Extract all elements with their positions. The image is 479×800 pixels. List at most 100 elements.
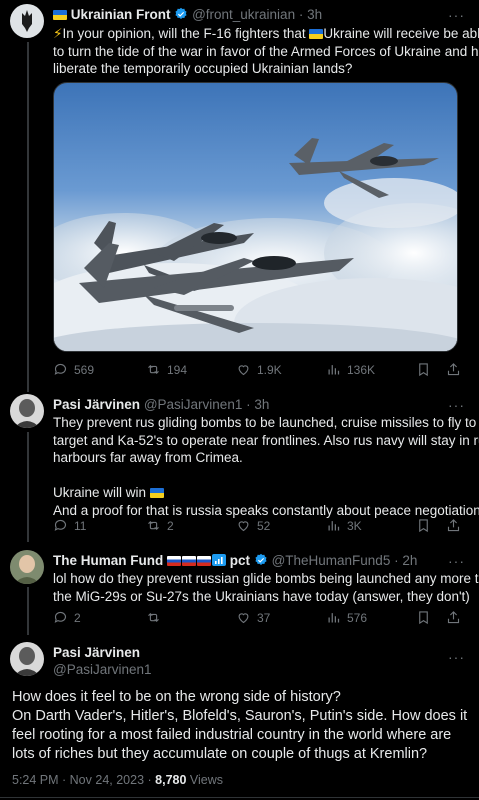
thread-line bbox=[27, 432, 29, 542]
tweet-actions: 11 2 52 3K bbox=[53, 518, 463, 536]
analytics-icon bbox=[328, 521, 340, 531]
view-count: 8,780 bbox=[155, 773, 187, 787]
bookmark-icon bbox=[419, 363, 428, 377]
share-icon bbox=[447, 611, 460, 624]
avatar[interactable] bbox=[10, 642, 44, 676]
bookmark-button[interactable] bbox=[416, 610, 431, 625]
heart-icon bbox=[238, 521, 249, 532]
like-count: 37 bbox=[257, 610, 271, 625]
avatar[interactable] bbox=[10, 394, 44, 428]
heart-icon bbox=[238, 613, 249, 624]
tweet-text: They prevent rus gliding bombs to be lau… bbox=[53, 415, 479, 518]
post-timestamp[interactable]: 5:24 PM · Nov 24, 2023 · bbox=[12, 773, 155, 787]
profile-photo bbox=[10, 550, 44, 584]
views-button[interactable]: 136K bbox=[326, 362, 375, 377]
view-count: 576 bbox=[347, 610, 368, 625]
tweet-header: Pasi Järvinen @PasiJarvinen1 · 3h bbox=[53, 396, 269, 413]
avatar[interactable] bbox=[10, 4, 44, 38]
like-count: 52 bbox=[257, 518, 271, 533]
view-count: 136K bbox=[347, 362, 376, 377]
share-icon bbox=[447, 519, 460, 532]
reply-count: 569 bbox=[74, 362, 95, 377]
tweet-time[interactable]: 3h bbox=[307, 7, 322, 22]
repost-icon bbox=[148, 612, 159, 623]
bookmark-button[interactable] bbox=[416, 362, 431, 377]
separator-dot: · bbox=[394, 553, 399, 568]
separator-dot: · bbox=[246, 397, 251, 412]
like-count: 1.9K bbox=[257, 362, 282, 377]
repost-button[interactable]: 2 bbox=[146, 518, 174, 533]
share-button[interactable] bbox=[446, 610, 461, 625]
more-options-button[interactable]: ··· bbox=[448, 649, 465, 665]
f16-jets-photo bbox=[54, 138, 457, 351]
tweet-header: The Human Fund pct @TheHumanFund5 · 2h bbox=[53, 552, 417, 569]
reply-count: 11 bbox=[74, 518, 87, 533]
author-name[interactable]: Pasi Järvinen bbox=[53, 644, 152, 661]
profile-photo bbox=[10, 394, 44, 428]
ukraine-flag-icon bbox=[149, 488, 164, 498]
views-button[interactable]: 3K bbox=[326, 518, 362, 533]
russia-flag-icon bbox=[182, 556, 197, 566]
heart-icon bbox=[238, 365, 249, 376]
separator-dot: · bbox=[298, 7, 304, 22]
tweet-text: ⚡In your opinion, will the F-16 fighters… bbox=[53, 26, 479, 76]
author-handle[interactable]: @front_ukrainian bbox=[192, 7, 295, 22]
reply-icon bbox=[54, 611, 67, 623]
tweet-media-image[interactable] bbox=[53, 82, 458, 352]
tweet-actions: 2 37 576 bbox=[53, 610, 463, 628]
bookmark-icon bbox=[419, 611, 428, 625]
author-name[interactable]: Ukrainian Front bbox=[71, 7, 171, 22]
analytics-icon bbox=[328, 613, 340, 623]
views-button[interactable]: 576 bbox=[326, 610, 367, 625]
main-tweet-text: How does it feel to be on the wrong side… bbox=[12, 689, 468, 762]
more-options-button[interactable]: ··· bbox=[448, 7, 465, 23]
view-count: 3K bbox=[347, 518, 362, 533]
repost-count: 2 bbox=[167, 518, 174, 533]
author-handle[interactable]: @PasiJarvinen1 bbox=[144, 397, 243, 412]
author-handle[interactable]: @TheHumanFund5 bbox=[272, 553, 391, 568]
reply-button[interactable]: 11 bbox=[53, 518, 86, 533]
main-tweet-author: Pasi Järvinen @PasiJarvinen1 bbox=[53, 644, 152, 678]
share-icon bbox=[447, 363, 460, 376]
analytics-icon bbox=[328, 365, 340, 375]
trident-logo-icon bbox=[10, 4, 44, 38]
like-button[interactable]: 1.9K bbox=[236, 362, 282, 377]
share-button[interactable] bbox=[446, 518, 461, 533]
tweet-metadata: 5:24 PM · Nov 24, 2023 · 8,780 Views bbox=[12, 773, 223, 787]
repost-icon bbox=[148, 364, 159, 375]
verified-badge-icon bbox=[255, 553, 267, 565]
verified-badge-icon bbox=[175, 7, 187, 19]
tweet-time[interactable]: 3h bbox=[254, 397, 269, 412]
russia-flag-icon bbox=[197, 556, 212, 566]
like-button[interactable]: 37 bbox=[236, 610, 270, 625]
tweet-time[interactable]: 2h bbox=[402, 553, 417, 568]
author-name-suffix: pct bbox=[229, 553, 251, 568]
tweet-text: lol how do they prevent russian glide bo… bbox=[53, 571, 479, 604]
author-handle[interactable]: @PasiJarvinen1 bbox=[53, 661, 152, 678]
avatar[interactable] bbox=[10, 550, 44, 584]
reply-button[interactable]: 569 bbox=[53, 362, 94, 377]
divider bbox=[0, 797, 479, 798]
bookmark-button[interactable] bbox=[416, 518, 431, 533]
profile-photo bbox=[10, 642, 44, 676]
views-label: Views bbox=[186, 773, 224, 787]
signal-bars-icon bbox=[212, 554, 227, 566]
thread-line bbox=[27, 42, 29, 392]
ukraine-flag-icon bbox=[309, 29, 324, 39]
author-name[interactable]: Pasi Järvinen bbox=[53, 397, 140, 412]
russia-flag-icon bbox=[167, 556, 182, 566]
author-name[interactable]: The Human Fund bbox=[53, 553, 163, 568]
reply-icon bbox=[54, 519, 67, 531]
thread-line bbox=[27, 587, 29, 635]
more-options-button[interactable]: ··· bbox=[448, 397, 465, 413]
more-options-button[interactable]: ··· bbox=[448, 553, 465, 569]
repost-button[interactable] bbox=[146, 610, 167, 625]
like-button[interactable]: 52 bbox=[236, 518, 270, 533]
reply-icon bbox=[54, 363, 67, 375]
repost-button[interactable]: 194 bbox=[146, 362, 187, 377]
reply-count: 2 bbox=[74, 610, 81, 625]
reply-button[interactable]: 2 bbox=[53, 610, 81, 625]
tweet-header: Ukrainian Front @front_ukrainian · 3h bbox=[53, 6, 322, 23]
repost-count: 194 bbox=[167, 362, 188, 377]
share-button[interactable] bbox=[446, 362, 461, 377]
